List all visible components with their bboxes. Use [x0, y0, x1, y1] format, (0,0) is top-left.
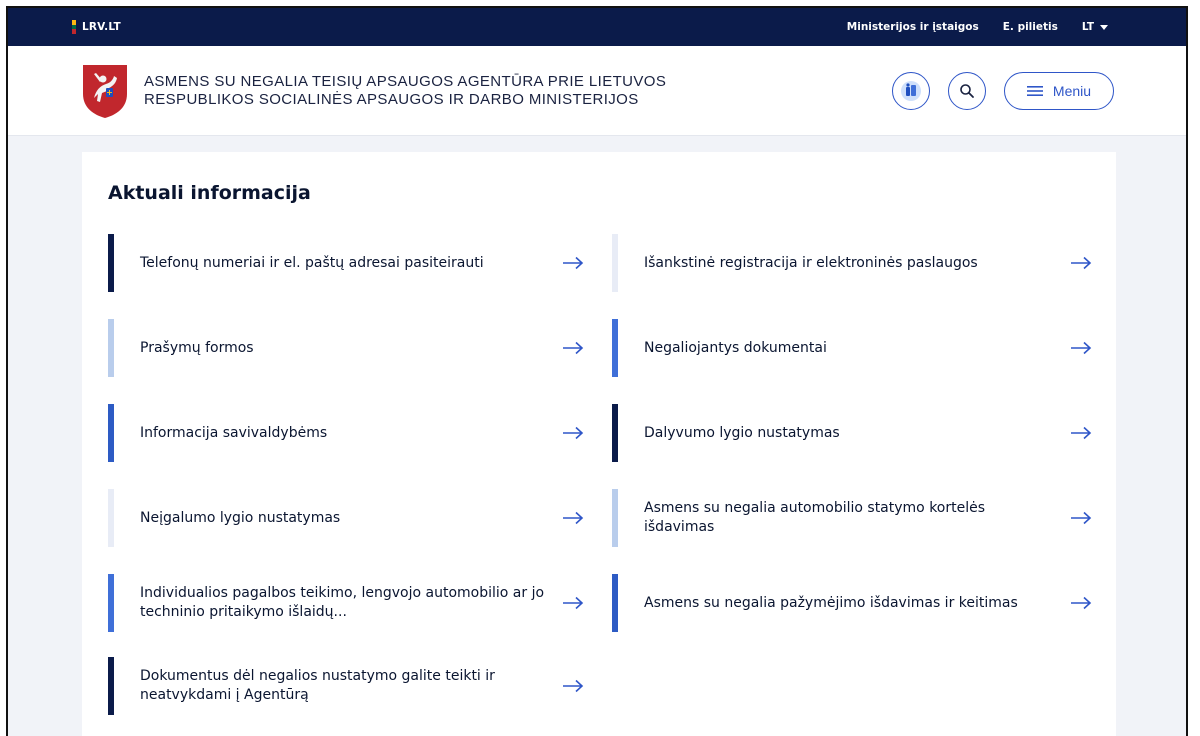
info-link-application-forms[interactable]: Prašymų formos	[108, 319, 584, 377]
top-bar: LRV.LT Ministerijos ir įstaigos E. pilie…	[8, 8, 1186, 46]
info-link-label: Informacija savivaldybėms	[140, 424, 328, 441]
header-actions: Meniu	[892, 71, 1114, 110]
arrow-right-icon	[1071, 426, 1092, 440]
menu-button[interactable]: Meniu	[1004, 71, 1114, 110]
info-link-label: Telefonų numeriai ir el. paštų adresai p…	[140, 254, 484, 271]
info-link-individual-assistance[interactable]: Individualios pagalbos teikimo, lengvojo…	[108, 574, 584, 632]
search-button[interactable]	[948, 71, 986, 110]
agency-name[interactable]: ASMENS SU NEGALIA TEISIŲ APSAUGOS AGENTŪ…	[144, 73, 892, 109]
link-accent-bar	[108, 234, 114, 292]
arrow-right-icon	[563, 679, 584, 693]
info-link-municipalities[interactable]: Informacija savivaldybėms	[108, 404, 584, 462]
arrow-right-icon	[1071, 341, 1092, 355]
language-label: LT	[1081, 21, 1094, 33]
info-link-label: Neįgalumo lygio nustatymas	[140, 509, 341, 526]
browser-frame: LRV.LT Ministerijos ir įstaigos E. pilie…	[6, 6, 1188, 736]
arrow-right-icon	[1071, 256, 1092, 270]
section-title: Aktuali informacija	[108, 182, 311, 204]
top-nav-e-citizen[interactable]: E. pilietis	[1003, 21, 1058, 33]
accessibility-button[interactable]	[892, 71, 930, 110]
agency-name-line2: RESPUBLIKOS SOCIALINĖS APSAUGOS IR DARBO…	[144, 90, 639, 108]
link-accent-bar	[612, 489, 618, 547]
info-link-label: Asmens su negalia automobilio statymo ko…	[644, 500, 986, 535]
info-link-label: Prašymų formos	[140, 339, 254, 356]
arrow-right-icon	[563, 511, 584, 525]
arrow-right-icon	[1071, 596, 1092, 610]
vytis-crest-icon[interactable]	[80, 62, 130, 120]
arrow-right-icon	[563, 256, 584, 270]
link-accent-bar	[108, 489, 114, 547]
hamburger-icon	[1026, 85, 1043, 96]
search-icon	[960, 83, 974, 98]
info-link-label: Dalyvumo lygio nustatymas	[644, 424, 840, 441]
lrv-brand-link[interactable]: LRV.LT	[72, 20, 121, 35]
info-link-parking-card[interactable]: Asmens su negalia automobilio statymo ko…	[612, 489, 1092, 547]
info-link-label: Išankstinė registracija ir elektroninės …	[644, 254, 978, 271]
top-nav: Ministerijos ir įstaigos E. pilietis LT	[847, 21, 1108, 33]
info-link-preregistration[interactable]: Išankstinė registracija ir elektroninės …	[612, 234, 1092, 292]
link-accent-bar	[612, 234, 618, 292]
link-accent-bar	[108, 574, 114, 632]
link-accent-bar	[612, 574, 618, 632]
info-link-label: Asmens su negalia pažymėjimo išdavimas i…	[644, 594, 1018, 611]
menu-label: Meniu	[1052, 82, 1092, 99]
link-accent-bar	[108, 657, 114, 715]
site-header: ASMENS SU NEGALIA TEISIŲ APSAUGOS AGENTŪ…	[8, 46, 1186, 136]
agency-name-line1: ASMENS SU NEGALIA TEISIŲ APSAUGOS AGENTŪ…	[144, 72, 667, 90]
info-link-label: Individualios pagalbos teikimo, lengvojo…	[140, 585, 545, 620]
brand-label: LRV.LT	[82, 21, 121, 33]
current-info-card: Aktuali informacija Telefonų numeriai ir…	[82, 152, 1116, 736]
info-link-label: Dokumentus dėl negalios nustatymo galite…	[140, 668, 495, 703]
info-link-label: Negaliojantys dokumentai	[644, 339, 827, 356]
arrow-right-icon	[563, 426, 584, 440]
info-link-contacts[interactable]: Telefonų numeriai ir el. paštų adresai p…	[108, 234, 584, 292]
link-accent-bar	[612, 319, 618, 377]
link-accent-bar	[108, 404, 114, 462]
info-link-disability-level[interactable]: Neįgalumo lygio nustatymas	[108, 489, 584, 547]
arrow-right-icon	[563, 596, 584, 610]
info-link-invalid-documents[interactable]: Negaliojantys dokumentai	[612, 319, 1092, 377]
link-accent-bar	[108, 319, 114, 377]
chevron-down-icon	[1100, 24, 1108, 30]
link-accent-bar	[612, 404, 618, 462]
language-selector[interactable]: LT	[1082, 21, 1108, 33]
top-nav-ministries[interactable]: Ministerijos ir įstaigos	[847, 21, 979, 33]
info-link-remote-documents[interactable]: Dokumentus dėl negalios nustatymo galite…	[108, 657, 584, 715]
info-link-disability-certificate[interactable]: Asmens su negalia pažymėjimo išdavimas i…	[612, 574, 1092, 632]
sign-language-icon	[901, 80, 921, 101]
arrow-right-icon	[563, 341, 584, 355]
info-link-participation-level[interactable]: Dalyvumo lygio nustatymas	[612, 404, 1092, 462]
arrow-right-icon	[1071, 511, 1092, 525]
lithuanian-flag-icon	[72, 20, 76, 35]
